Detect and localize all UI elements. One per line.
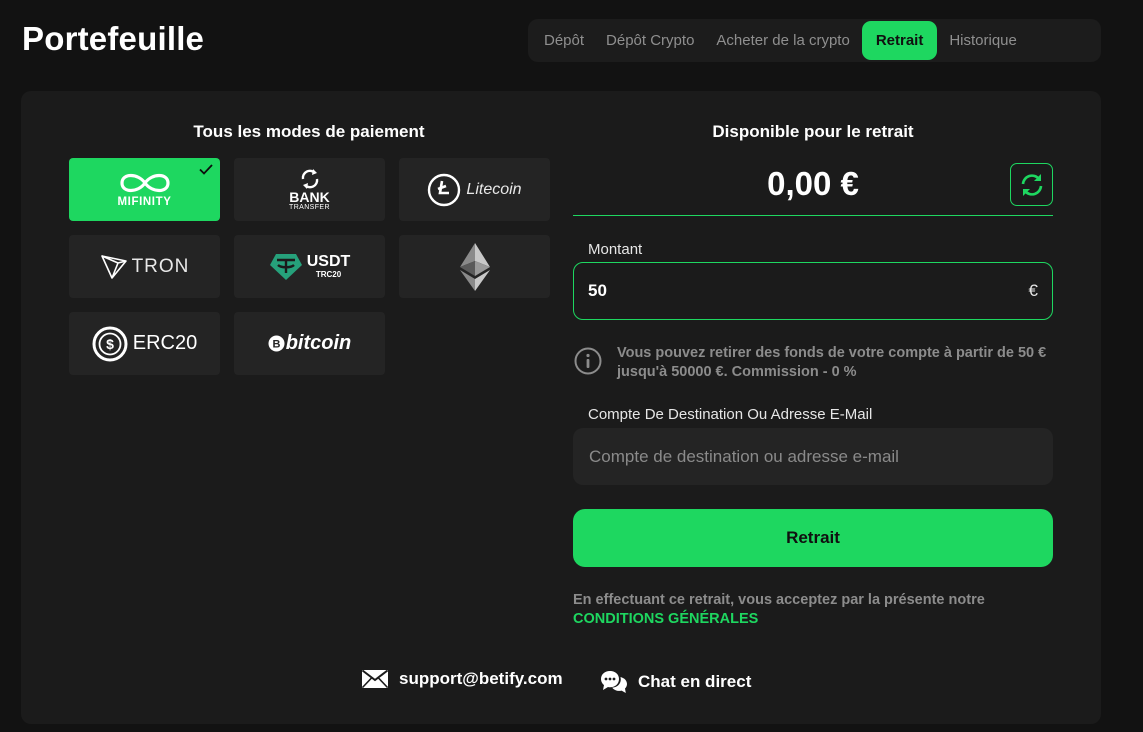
bitcoin-label: bitcoin [285,332,352,354]
terms-notice: En effectuant ce retrait, vous acceptez … [573,591,1053,629]
amount-field[interactable]: € [573,262,1053,320]
wallet-page: Portefeuille Dépôt Dépôt Crypto Acheter … [0,0,1143,732]
method-ethereum[interactable] [399,235,550,298]
wallet-tabs: Dépôt Dépôt Crypto Acheter de la crypto … [528,19,1101,62]
info-icon [574,347,602,375]
currency-symbol: € [1028,281,1038,300]
destination-field[interactable] [573,428,1053,485]
transfer-label: TRANSFER [289,204,330,211]
tab-crypto-deposit[interactable]: Dépôt Crypto [596,21,704,60]
refresh-balance-button[interactable] [1010,163,1053,206]
withdraw-card: Tous les modes de paiement MIFINITY BANK… [21,91,1101,724]
usd-coin-icon: $ [92,326,128,361]
destination-input[interactable] [589,446,1037,467]
tab-history[interactable]: Historique [939,21,1027,60]
tron-label: TRON [131,255,190,277]
tron-icon [100,254,127,279]
withdraw-button[interactable]: Retrait [573,509,1053,567]
method-litecoin[interactable]: Litecoin [399,158,550,221]
available-title: Disponible pour le retrait [712,122,914,141]
check-icon [199,164,213,175]
withdraw-info: Vous pouvez retirer des fonds de votre c… [573,344,1053,382]
svg-text:B: B [272,339,280,351]
trc20-label: TRC20 [315,270,342,279]
tab-deposit[interactable]: Dépôt [534,21,594,60]
terms-text: En effectuant ce retrait, vous acceptez … [573,592,985,608]
litecoin-icon [428,173,461,206]
support-email-link[interactable]: support@betify.com [361,669,563,689]
method-bank-transfer[interactable]: BANK TRANSFER [234,158,385,221]
chat-icon [601,671,627,693]
mifinity-label: MIFINITY [117,196,172,208]
support-email: support@betify.com [399,669,563,688]
terms-link[interactable]: CONDITIONS GÉNÉRALES [573,610,1053,629]
refresh-icon [1021,173,1042,196]
page-title: Portefeuille [22,20,205,57]
svg-text:$: $ [106,336,114,352]
balance-amount: 0,00 € [767,165,859,202]
destination-label: Compte De Destination Ou Adresse E-Mail [588,406,873,423]
tab-withdraw[interactable]: Retrait [861,21,938,60]
withdraw-limits-text: Vous pouvez retirer des fonds de votre c… [617,345,1047,380]
amount-input[interactable] [588,281,1029,301]
method-bitcoin[interactable]: B bitcoin [234,312,385,375]
infinity-icon [119,173,170,193]
litecoin-label: Litecoin [466,180,522,198]
amount-label: Montant [588,241,643,258]
bank-transfer-icon [301,169,318,189]
erc20-label: ERC20 [132,332,198,354]
method-usdt[interactable]: USDT TRC20 [234,235,385,298]
chat-label: Chat en direct [638,672,752,691]
usdt-label: USDT [306,253,351,270]
ethereum-icon [459,242,490,291]
method-tron[interactable]: TRON [69,235,220,298]
method-erc20[interactable]: $ ERC20 [69,312,220,375]
payment-methods-title: Tous les modes de paiement [193,122,425,141]
bank-label: BANK [289,189,330,205]
tether-icon [269,253,302,280]
balance-divider [573,215,1053,216]
live-chat-link[interactable]: Chat en direct [600,669,751,695]
mail-icon [361,669,389,689]
bitcoin-icon: B [268,335,285,352]
tab-buy-crypto[interactable]: Acheter de la crypto [706,21,859,60]
method-mifinity[interactable]: MIFINITY [69,158,220,221]
